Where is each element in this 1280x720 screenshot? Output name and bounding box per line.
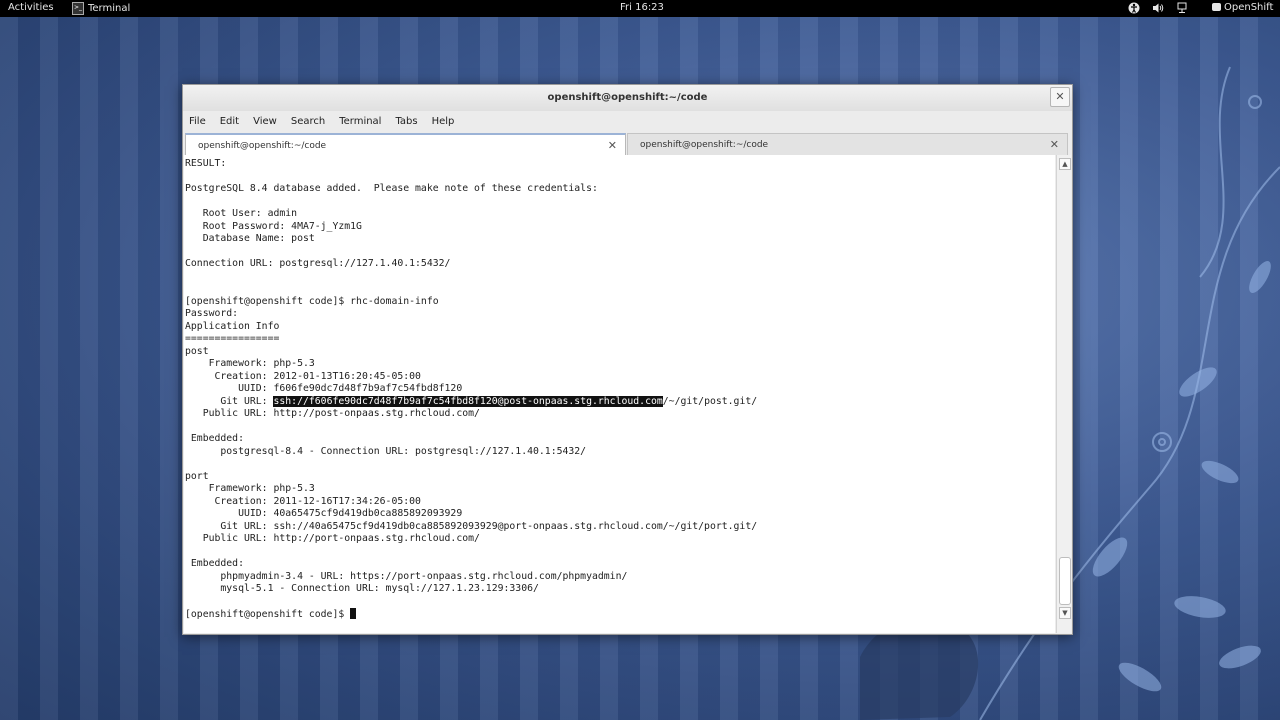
terminal-line: Embedded: — [185, 433, 244, 444]
terminal-line: ================ — [185, 333, 280, 344]
tab-label: openshift@openshift:~/code — [198, 141, 327, 151]
tab-close-icon[interactable]: ✕ — [608, 135, 617, 157]
terminal-line: mysql-5.1 - Connection URL: mysql://127.… — [185, 583, 539, 594]
terminal-line: PostgreSQL 8.4 database added. Please ma… — [185, 183, 598, 194]
terminal-line: phpmyadmin-3.4 - URL: https://port-onpaa… — [185, 570, 628, 582]
clock[interactable]: Fri 16:23 — [620, 2, 664, 13]
text-cursor — [350, 608, 357, 619]
terminal-line: Creation: 2011-12-16T17:34:26-05:00 — [185, 495, 421, 507]
user-name: OpenShift — [1224, 2, 1274, 13]
status-area — [1128, 2, 1188, 14]
user-menu[interactable]: OpenShift — [1212, 2, 1273, 13]
terminal-line: Application Info — [185, 320, 280, 332]
terminal-line: Embedded: — [185, 558, 244, 569]
terminal-line: Public URL: http://port-onpaas.stg.rhclo… — [185, 533, 480, 544]
terminal-line: Git URL: ssh://f606fe90dc7d48f7b9af7c54f… — [185, 395, 758, 407]
menu-edit[interactable]: Edit — [213, 116, 246, 127]
terminal-app-icon: >_ — [72, 2, 84, 15]
terminal-line: Public URL: http://post-onpaas.stg.rhclo… — [185, 408, 480, 419]
terminal-line: Password: — [185, 308, 239, 319]
terminal-line: Creation: 2012-01-13T16:20:45-05:00 — [185, 370, 421, 382]
terminal-line: Root Password: 4MA7-j_Yzm1G — [185, 220, 362, 232]
tab-label: openshift@openshift:~/code — [640, 140, 769, 150]
terminal-line: Framework: php-5.3 — [185, 358, 315, 369]
top-bar: Activities >_ Terminal Fri 16:23 OpenShi… — [0, 0, 1280, 17]
terminal-line: UUID: f606fe90dc7d48f7b9af7c54fbd8f120 — [185, 383, 463, 394]
tab-bar: openshift@openshift:~/code ✕ openshift@o… — [184, 133, 1070, 155]
window-titlebar[interactable]: openshift@openshift:~/code ✕ — [183, 85, 1072, 111]
activities-button[interactable]: Activities — [8, 2, 54, 13]
volume-icon[interactable] — [1152, 2, 1164, 14]
terminal-line: port — [185, 470, 209, 482]
terminal-line: Framework: php-5.3 — [185, 483, 315, 494]
terminal-line: Root User: admin — [185, 208, 298, 219]
window-title: openshift@openshift:~/code — [547, 92, 708, 103]
menu-terminal[interactable]: Terminal — [332, 116, 388, 127]
user-icon — [1212, 3, 1221, 11]
terminal-line: post — [185, 345, 209, 357]
terminal-line: RESULT: — [185, 158, 227, 169]
selected-git-url[interactable]: ssh://f606fe90dc7d48f7b9af7c54fbd8f120@p… — [273, 395, 663, 407]
terminal-line: [openshift@openshift code]$ rhc-domain-i… — [185, 295, 439, 307]
app-menu-label: Terminal — [88, 3, 131, 14]
scroll-thumb[interactable] — [1059, 557, 1071, 605]
terminal-line: Database Name: post — [185, 233, 315, 244]
menu-help[interactable]: Help — [425, 116, 462, 127]
network-icon[interactable] — [1176, 2, 1188, 14]
terminal-output[interactable]: RESULT: PostgreSQL 8.4 database added. Pl… — [184, 155, 1055, 633]
scroll-up-arrow-icon[interactable]: ▲ — [1059, 158, 1071, 170]
tab-inactive[interactable]: openshift@openshift:~/code ✕ — [627, 133, 1068, 155]
terminal-line: UUID: 40a65475cf9d419db0ca885892093929 — [185, 508, 463, 519]
terminal-line: Connection URL: postgresql://127.1.40.1:… — [185, 258, 451, 269]
terminal-scrollbar[interactable]: ▲ ▼ — [1056, 155, 1071, 633]
terminal-line: [openshift@openshift code]$ — [185, 608, 757, 621]
scroll-down-arrow-icon[interactable]: ▼ — [1059, 607, 1071, 619]
menu-search[interactable]: Search — [284, 116, 332, 127]
menu-bar: File Edit View Search Terminal Tabs Help — [183, 111, 1072, 131]
tab-close-icon[interactable]: ✕ — [1050, 134, 1059, 156]
menu-file[interactable]: File — [183, 116, 213, 127]
terminal-line: postgresql-8.4 - Connection URL: postgre… — [185, 445, 587, 457]
tab-active[interactable]: openshift@openshift:~/code ✕ — [185, 133, 626, 155]
window-close-button[interactable]: ✕ — [1050, 87, 1070, 107]
app-menu[interactable]: >_ Terminal — [72, 2, 130, 15]
terminal-window: openshift@openshift:~/code ✕ File Edit V… — [182, 84, 1073, 635]
terminal-text: RESULT: PostgreSQL 8.4 database added. Pl… — [185, 158, 757, 621]
menu-tabs[interactable]: Tabs — [388, 116, 424, 127]
terminal-line: Git URL: ssh://40a65475cf9d419db0ca88589… — [185, 520, 758, 532]
accessibility-icon[interactable] — [1128, 2, 1140, 14]
menu-view[interactable]: View — [246, 116, 284, 127]
desktop-background: Activities >_ Terminal Fri 16:23 OpenShi… — [0, 0, 1280, 720]
